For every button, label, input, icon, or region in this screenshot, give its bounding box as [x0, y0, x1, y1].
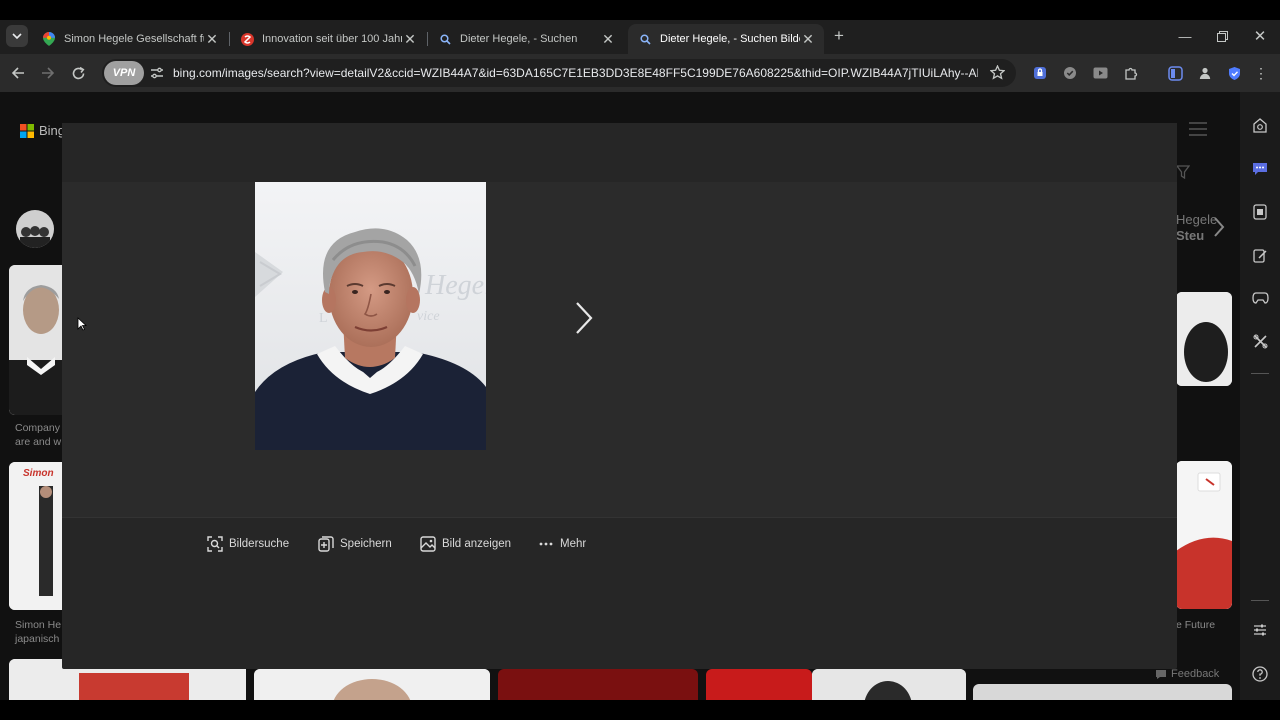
games-controller-icon[interactable]: [1250, 288, 1270, 308]
result-thumbnail[interactable]: [9, 265, 69, 415]
reload-icon[interactable]: [67, 62, 89, 84]
tab-innovation[interactable]: Innovation seit über 100 Jahren ✕: [230, 24, 426, 54]
bookmark-star-icon[interactable]: [989, 64, 1006, 85]
notes-icon[interactable]: [1250, 245, 1270, 265]
action-label: Bildersuche: [229, 538, 290, 550]
brand-text: Simon: [23, 468, 54, 479]
help-icon[interactable]: [1250, 664, 1270, 684]
screen-bottom-bar: [0, 700, 1280, 720]
photo-bg-text: Hegel: [424, 270, 486, 301]
next-image-button[interactable]: [572, 301, 596, 335]
tab-simon-hegele[interactable]: Simon Hegele Gesellschaft für l ✕: [32, 24, 228, 54]
search-sidebar-icon[interactable]: [1250, 116, 1270, 136]
overlay-header: [62, 123, 1177, 182]
extensions-puzzle-icon[interactable]: [1120, 62, 1142, 84]
bing-logo[interactable]: Bing: [20, 123, 65, 138]
vpn-badge[interactable]: VPN: [104, 61, 144, 85]
profile-icon[interactable]: [1194, 62, 1216, 84]
close-window-icon[interactable]: ✕: [1249, 25, 1271, 47]
address-bar[interactable]: VPN bing.com/images/search?view=detailV2…: [102, 59, 1016, 87]
tab-title: Dieter Hegele, - Suchen: [460, 33, 578, 45]
tools-icon[interactable]: [1250, 331, 1270, 351]
result-thumbnail[interactable]: Simon: [9, 462, 69, 610]
site-settings-icon[interactable]: [150, 66, 164, 85]
more-dots-icon: [538, 536, 554, 552]
feedback-label: Feedback: [1171, 668, 1220, 680]
visual-search-icon: [207, 536, 223, 552]
search-icon: [638, 32, 652, 46]
action-label: Bild anzeigen: [442, 538, 512, 550]
result-thumbnail[interactable]: [973, 684, 1232, 700]
sidebar-divider: [1251, 373, 1269, 374]
save-button[interactable]: Speichern: [318, 536, 392, 552]
chevron-down-icon: [12, 33, 22, 40]
result-thumbnail[interactable]: [706, 669, 812, 700]
tab-title: Simon Hegele Gesellschaft für l: [64, 33, 204, 45]
chevron-right-icon: [576, 302, 593, 334]
image-viewer-area: Hegel L vice Bildersuche Speichern Bild …: [62, 182, 1177, 552]
close-tab-icon[interactable]: ✕: [600, 31, 616, 48]
image-detail-overlay: Hegel L vice Bildersuche Speichern Bild …: [62, 123, 1177, 669]
copilot-chat-icon[interactable]: [1250, 159, 1270, 179]
chat-bubble-icon: [1156, 669, 1166, 679]
result-thumbnail[interactable]: [1176, 292, 1232, 386]
close-tab-icon[interactable]: ✕: [800, 31, 816, 48]
close-tab-icon[interactable]: ✕: [204, 31, 220, 48]
mouse-cursor-icon: [77, 317, 88, 336]
video-extension-icon[interactable]: [1089, 62, 1111, 84]
related-search-avatar[interactable]: [16, 210, 54, 248]
office-icon[interactable]: [1250, 202, 1270, 222]
result-caption: Company are and w: [15, 422, 62, 448]
customize-sidebar-icon[interactable]: [1250, 620, 1270, 640]
main-image[interactable]: Hegel L vice: [255, 182, 486, 450]
simon-hegele-logo-icon: [240, 32, 254, 46]
screen-top-bar: [0, 0, 1280, 20]
search-icon: [438, 32, 452, 46]
tab-search-button[interactable]: [6, 25, 28, 47]
result-caption: e Future: [1176, 619, 1216, 631]
back-icon[interactable]: [7, 62, 29, 84]
portrait-photo: Hegel L vice: [255, 182, 486, 450]
browser-sidebar: [1240, 92, 1280, 700]
result-thumbnail[interactable]: [254, 669, 490, 700]
related-next-icon[interactable]: [1212, 216, 1226, 243]
minimize-icon[interactable]: —: [1174, 25, 1196, 47]
visual-search-button[interactable]: Bildersuche: [207, 536, 289, 552]
tab-dieter-bilder[interactable]: Dieter Hegele, - Suchen Bilder ✕: [628, 24, 824, 54]
photo-bg-text: L: [319, 311, 328, 326]
tab-title: Innovation seit über 100 Jahren: [262, 33, 402, 45]
browser-toolbar: VPN bing.com/images/search?view=detailV2…: [0, 54, 1280, 92]
result-thumbnail[interactable]: [1176, 461, 1232, 609]
tab-title: Dieter Hegele, - Suchen Bilder: [660, 33, 800, 45]
save-collection-icon: [318, 536, 334, 552]
result-thumbnail[interactable]: [812, 669, 966, 700]
split-screen-icon[interactable]: [1164, 62, 1186, 84]
action-label: Mehr: [560, 538, 587, 550]
browser-essentials-icon[interactable]: [1223, 62, 1245, 84]
microsoft-logo-icon: [20, 123, 34, 138]
hamburger-menu-icon[interactable]: [1188, 122, 1208, 136]
new-tab-button[interactable]: +: [828, 25, 850, 47]
view-image-icon: [420, 536, 436, 552]
tab-strip: Simon Hegele Gesellschaft für l ✕ Innova…: [0, 20, 1280, 54]
sidebar-divider: [1251, 600, 1269, 601]
view-image-button[interactable]: Bild anzeigen: [420, 536, 511, 552]
tab-dieter-suchen[interactable]: Dieter Hegele, - Suchen ✕: [428, 24, 624, 54]
feedback-button[interactable]: Feedback: [1155, 668, 1219, 680]
password-extension-icon[interactable]: [1029, 62, 1051, 84]
restore-window-icon[interactable]: [1211, 25, 1233, 47]
more-options-button[interactable]: Mehr: [538, 536, 586, 552]
close-tab-icon[interactable]: ✕: [402, 31, 418, 48]
photo-bg-text: vice: [417, 309, 440, 324]
url-text[interactable]: bing.com/images/search?view=detailV2&cci…: [173, 66, 978, 80]
action-label: Speichern: [340, 538, 392, 550]
result-thumbnail[interactable]: [498, 669, 698, 700]
maps-pin-icon: [42, 32, 56, 46]
menu-dots-icon[interactable]: ⋮: [1250, 62, 1272, 84]
shield-check-extension-icon[interactable]: [1059, 62, 1081, 84]
forward-icon[interactable]: [37, 62, 59, 84]
result-caption: Simon He japanisch: [15, 619, 62, 645]
filter-icon[interactable]: [1175, 165, 1191, 184]
